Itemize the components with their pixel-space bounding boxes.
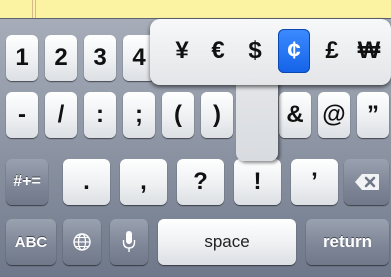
popup-key-dollar[interactable]: $ xyxy=(239,29,271,73)
abc-key[interactable]: ABC xyxy=(6,219,56,265)
key-apostrophe[interactable]: ’ xyxy=(291,159,338,205)
key-colon[interactable]: : xyxy=(84,92,116,138)
globe-key[interactable] xyxy=(63,219,101,265)
currency-popup: ¥ € $ ¢ £ ₩ xyxy=(150,19,391,161)
key-3[interactable]: 3 xyxy=(84,35,116,81)
popup-key-yen[interactable]: ¥ xyxy=(166,29,198,73)
notes-text-area[interactable] xyxy=(0,0,391,18)
delete-key[interactable] xyxy=(344,159,389,205)
popup-key-cent[interactable]: ¢ xyxy=(278,29,310,73)
popup-key-won[interactable]: ₩ xyxy=(353,29,385,73)
globe-icon xyxy=(73,233,91,251)
key-comma[interactable]: , xyxy=(120,159,167,205)
keyboard: 1 2 3 4 - / : ; ( ) & @ ” #+= . , ? ! ’ … xyxy=(0,18,391,277)
space-key[interactable]: space xyxy=(158,219,296,265)
margin-line xyxy=(32,0,33,18)
microphone-icon xyxy=(122,231,136,252)
key-period[interactable]: . xyxy=(63,159,110,205)
popup-stem xyxy=(236,77,278,161)
key-1[interactable]: 1 xyxy=(6,35,38,81)
return-key[interactable]: return xyxy=(306,219,389,265)
key-exclamation[interactable]: ! xyxy=(234,159,281,205)
microphone-key[interactable] xyxy=(110,219,148,265)
key-hyphen[interactable]: - xyxy=(6,92,38,138)
screen: 1 2 3 4 - / : ; ( ) & @ ” #+= . , ? ! ’ … xyxy=(0,0,391,277)
more-symbols-key[interactable]: #+= xyxy=(6,159,48,205)
popup-key-euro[interactable]: € xyxy=(202,29,234,73)
key-slash[interactable]: / xyxy=(45,92,77,138)
margin-line xyxy=(35,0,36,18)
delete-icon xyxy=(354,174,379,190)
key-2[interactable]: 2 xyxy=(45,35,77,81)
popup-key-pound[interactable]: £ xyxy=(316,29,348,73)
key-question[interactable]: ? xyxy=(177,159,224,205)
